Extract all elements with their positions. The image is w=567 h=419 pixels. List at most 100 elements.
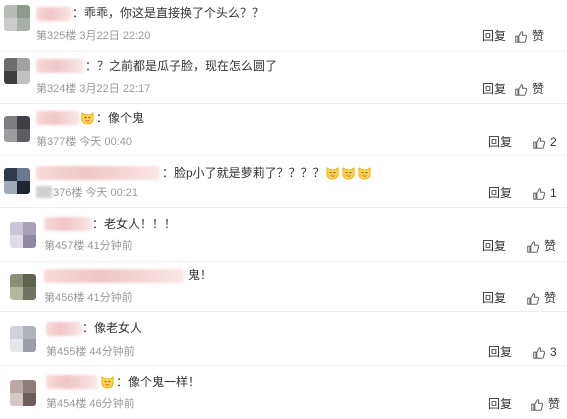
like-button[interactable]: 赞: [514, 29, 544, 44]
avatar-pixel: [10, 274, 23, 287]
thumbs-up-icon: [533, 187, 546, 200]
comment-meta: 376楼 今天 00:21: [36, 186, 138, 200]
floor-number: 第377楼: [36, 136, 77, 148]
thumbs-up-icon: [531, 398, 544, 411]
timestamp: 今天 00:21: [85, 187, 139, 199]
avatar-pixel: [10, 393, 23, 406]
thumbs-up-icon: [515, 30, 528, 43]
like-button[interactable]: 3: [532, 345, 557, 360]
comment-row: ：像个鬼 第377楼 今天 00:40 回复 2: [0, 104, 567, 156]
comment-meta: 第455楼 44分钟前: [46, 345, 135, 359]
avatar-pixel: [4, 5, 17, 18]
avatar[interactable]: [4, 116, 30, 142]
avatar-pixel: [10, 326, 23, 339]
comment-meta: 第457楼 41分钟前: [44, 239, 133, 253]
avatar[interactable]: [10, 274, 36, 300]
timestamp: 44分钟前: [89, 346, 135, 358]
comment-meta: 第325楼 3月22日 22:20: [36, 29, 150, 43]
comment-meta: 第324楼 3月22日 22:17: [36, 82, 150, 96]
avatar-pixel: [10, 222, 23, 235]
avatar-pixel: [17, 168, 30, 181]
comment-text: 鬼！: [188, 268, 213, 282]
username-blurred[interactable]: [36, 7, 72, 21]
avatar-pixel: [23, 274, 36, 287]
avatar[interactable]: [4, 5, 30, 31]
floor-number: 第324楼: [36, 83, 77, 95]
smiling-cat-emoji-icon: [358, 167, 371, 180]
comment-row: ：像个鬼一样！ 第454楼 46分钟前 回复 赞: [0, 366, 567, 419]
timestamp: 41分钟前: [87, 240, 133, 252]
like-button[interactable]: 赞: [530, 397, 560, 412]
comment-text: ：像个鬼一样！: [100, 374, 200, 390]
like-button[interactable]: 赞: [526, 239, 556, 254]
comment-text-content: ：像个鬼: [96, 111, 145, 125]
timestamp: 46分钟前: [89, 398, 135, 410]
username-blurred[interactable]: [46, 322, 82, 336]
reply-button[interactable]: 回复: [482, 29, 506, 44]
username-blurred[interactable]: [44, 217, 92, 231]
reply-button[interactable]: 回复: [488, 345, 512, 360]
like-button[interactable]: 赞: [514, 82, 544, 97]
avatar-pixel: [17, 129, 30, 142]
comment-text: ：乖乖，你这是直接换了个头么？？: [72, 6, 265, 20]
comment-text: ：像老女人: [82, 321, 143, 335]
avatar-pixel: [23, 393, 36, 406]
like-label: 赞: [544, 291, 557, 305]
floor-number: 第455楼: [46, 346, 87, 358]
username-blurred[interactable]: [36, 59, 84, 73]
reply-button[interactable]: 回复: [482, 82, 506, 97]
comment-text: ：脸p小了就是萝莉了？？？？: [162, 165, 373, 181]
reply-button[interactable]: 回复: [482, 239, 506, 254]
comment-row: ：像老女人 第455楼 44分钟前 回复 3: [0, 312, 567, 366]
avatar-pixel: [10, 287, 23, 300]
reply-button[interactable]: 回复: [488, 135, 512, 150]
avatar-pixel: [17, 181, 30, 194]
like-button[interactable]: 赞: [526, 291, 556, 306]
avatar[interactable]: [4, 58, 30, 84]
comment-row: ：脸p小了就是萝莉了？？？？ 376楼 今天 00:21 回复 1: [0, 156, 567, 208]
avatar-pixel: [4, 181, 17, 194]
avatar[interactable]: [10, 380, 36, 406]
thumbs-up-icon: [515, 83, 528, 96]
thumbs-up-icon: [533, 346, 546, 359]
floor-prefix-blurred: [36, 186, 52, 198]
like-count: 2: [550, 135, 557, 149]
username-blurred[interactable]: [46, 375, 98, 389]
avatar[interactable]: [4, 168, 30, 194]
reply-button[interactable]: 回复: [488, 186, 512, 201]
comment-text-content: ：脸p小了就是萝莉了？？？？: [162, 166, 325, 180]
timestamp: 3月22日 22:20: [79, 30, 151, 42]
like-button[interactable]: 2: [532, 135, 557, 150]
like-label: 赞: [532, 29, 545, 43]
comment-row: ：乖乖，你这是直接换了个头么？？ 第325楼 3月22日 22:20 回复 赞: [0, 0, 567, 52]
avatar[interactable]: [10, 222, 36, 248]
avatar-pixel: [4, 18, 17, 31]
username-blurred[interactable]: [36, 166, 160, 180]
timestamp: 3月22日 22:17: [79, 83, 151, 95]
reply-button[interactable]: 回复: [482, 291, 506, 306]
avatar[interactable]: [10, 326, 36, 352]
comment-text-content: ：像个鬼一样！: [116, 375, 201, 389]
floor-number: 第457楼: [44, 240, 85, 252]
like-label: 赞: [544, 239, 557, 253]
floor-number: 第454楼: [46, 398, 87, 410]
comment-text: ：老女人！！！: [92, 217, 177, 231]
avatar-pixel: [17, 58, 30, 71]
floor-number: 376楼: [53, 187, 83, 199]
comment-meta: 第377楼 今天 00:40: [36, 135, 132, 149]
like-label: 赞: [548, 397, 561, 411]
like-count: 3: [550, 345, 557, 359]
comment-text: ：像个鬼: [80, 110, 144, 126]
smiling-cat-emoji-icon: [101, 376, 114, 389]
username-blurred[interactable]: [36, 111, 80, 125]
avatar-pixel: [17, 18, 30, 31]
reply-button[interactable]: 回复: [488, 397, 512, 412]
username-blurred[interactable]: [44, 269, 184, 283]
floor-number: 第456楼: [44, 292, 85, 304]
like-button[interactable]: 1: [532, 186, 557, 201]
avatar-pixel: [17, 116, 30, 129]
floor-number: 第325楼: [36, 30, 77, 42]
avatar-pixel: [23, 380, 36, 393]
avatar-pixel: [4, 116, 17, 129]
avatar-pixel: [23, 339, 36, 352]
